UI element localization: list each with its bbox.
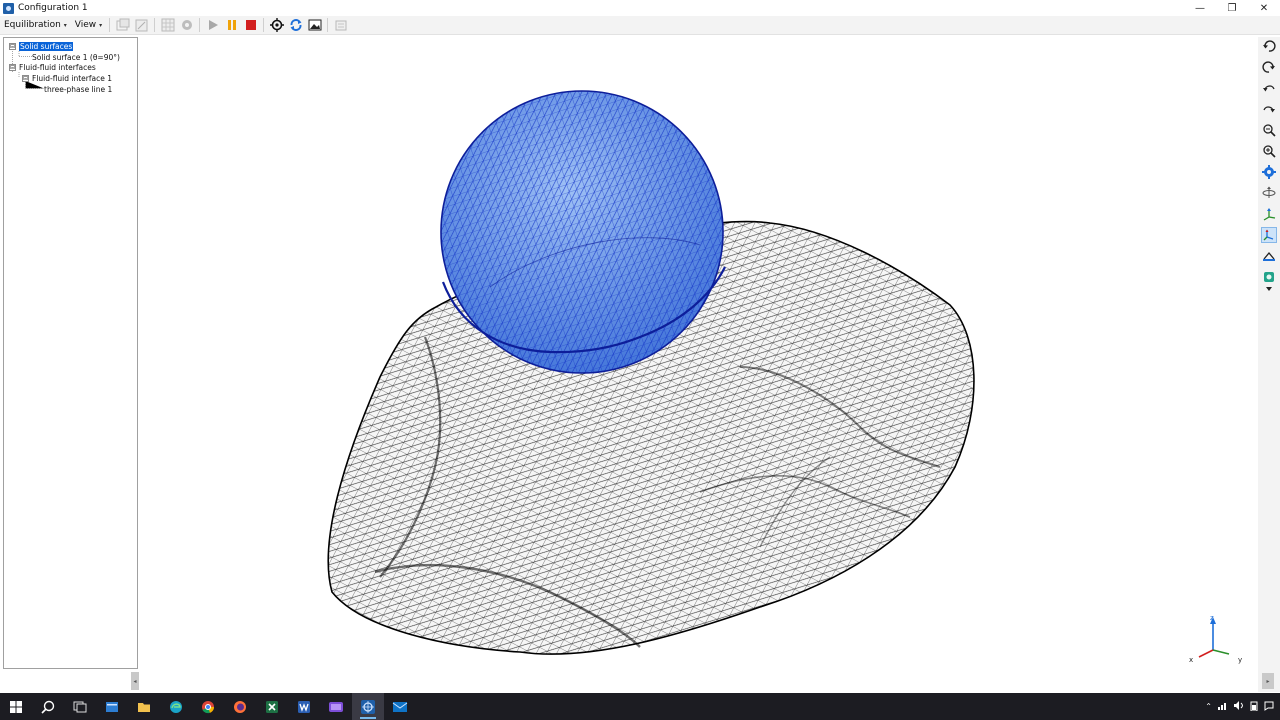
- menu-equilibration[interactable]: Equilibration ▾: [0, 20, 71, 30]
- axis-x-label: x: [1189, 656, 1194, 664]
- surface-edit-icon[interactable]: [134, 17, 150, 33]
- 3d-viewport[interactable]: [140, 37, 1256, 692]
- redo-icon[interactable]: [1261, 101, 1277, 117]
- view-toolbar: ▸: [1258, 37, 1280, 692]
- explorer-icon[interactable]: [96, 693, 128, 720]
- mail-icon[interactable]: [384, 693, 416, 720]
- collapse-icon[interactable]: ⊟: [9, 42, 16, 50]
- network-icon[interactable]: [1218, 701, 1228, 712]
- file-manager-icon[interactable]: [128, 693, 160, 720]
- tree-item-solid-surface-1[interactable]: Solid surface 1 (θ=90°): [32, 52, 120, 62]
- tree-item-three-phase-line-1[interactable]: three-phase line 1: [44, 84, 112, 94]
- zoom-in-icon[interactable]: [1261, 143, 1277, 159]
- toolbar-divider: [263, 18, 265, 32]
- os-taskbar: ⌃: [0, 693, 1280, 720]
- menu-equilibration-label: Equilibration: [4, 20, 61, 30]
- chrome-icon[interactable]: [192, 693, 224, 720]
- toolbar-divider: [109, 18, 111, 32]
- toolbar-divider: [154, 18, 156, 32]
- menu-view[interactable]: View ▾: [71, 20, 106, 30]
- pause-icon[interactable]: [224, 17, 240, 33]
- task-view-icon[interactable]: [64, 693, 96, 720]
- windows-start-icon[interactable]: [0, 693, 32, 720]
- title-bar: Configuration 1 — ❐ ✕: [0, 0, 1280, 16]
- target-icon[interactable]: [269, 17, 285, 33]
- tree-item-fluid-fluid-interface-1[interactable]: ⊟ Fluid-fluid interface 1: [22, 73, 112, 83]
- collapse-icon[interactable]: ⊟: [22, 74, 29, 82]
- close-button[interactable]: ✕: [1248, 0, 1280, 16]
- chevron-up-icon[interactable]: ⌃: [1205, 702, 1212, 711]
- tree-item-label: Fluid-fluid interface 1: [32, 73, 113, 83]
- chevron-down-icon: ▾: [63, 21, 67, 29]
- tree-item-solid-surfaces[interactable]: ⊟ Solid surfaces: [9, 41, 74, 51]
- firefox-icon[interactable]: [224, 693, 256, 720]
- main-toolbar: Equilibration ▾ View ▾: [0, 16, 1280, 35]
- image-icon[interactable]: [307, 17, 323, 33]
- word-icon[interactable]: [288, 693, 320, 720]
- toolbar-divider: [327, 18, 329, 32]
- undo-icon[interactable]: [1261, 80, 1277, 96]
- collapse-icon[interactable]: ⊟: [9, 63, 16, 71]
- play-icon[interactable]: [205, 17, 221, 33]
- rotate-ccw-icon[interactable]: [1261, 38, 1277, 54]
- grid-icon[interactable]: [160, 17, 176, 33]
- gear-icon[interactable]: [1261, 164, 1277, 180]
- mesh-render: [327, 90, 975, 655]
- panel-expand-button[interactable]: ▸: [1262, 673, 1274, 689]
- axis-y-label: y: [1238, 656, 1243, 664]
- menu-view-label: View: [74, 20, 97, 30]
- window-title: Configuration 1: [18, 3, 88, 13]
- tree-item-label: Solid surfaces: [19, 41, 74, 51]
- battery-icon[interactable]: [1250, 701, 1258, 713]
- settings-icon[interactable]: [179, 17, 195, 33]
- media-icon[interactable]: [320, 693, 352, 720]
- chevron-down-icon[interactable]: [1261, 285, 1277, 293]
- tree-item-label: Solid surface 1 (θ=90°): [32, 52, 120, 62]
- edge-icon[interactable]: [160, 693, 192, 720]
- minimize-button[interactable]: —: [1184, 0, 1216, 16]
- restore-button[interactable]: ❐: [1216, 0, 1248, 16]
- panel-collapse-button[interactable]: ◂: [131, 672, 139, 690]
- zoom-out-icon[interactable]: [1261, 122, 1277, 138]
- axis-z-label: z: [1210, 614, 1214, 622]
- notification-icon[interactable]: [1264, 701, 1274, 713]
- app-window: Configuration 1 — ❐ ✕ Equilibration ▾ Vi…: [0, 0, 1280, 693]
- camera-icon[interactable]: [1261, 248, 1277, 264]
- surface-icon[interactable]: [1261, 269, 1277, 285]
- axis-rotate-icon[interactable]: [1261, 185, 1277, 201]
- chevron-down-icon: ▾: [99, 21, 103, 29]
- axis-y-icon[interactable]: [1261, 227, 1277, 243]
- surface-add-icon[interactable]: [115, 17, 131, 33]
- rotate-cw-icon[interactable]: [1261, 59, 1277, 75]
- tree-item-label: Fluid-fluid interfaces: [19, 62, 96, 72]
- system-tray: ⌃: [1205, 693, 1274, 720]
- excel-icon[interactable]: [256, 693, 288, 720]
- configuration-tree: ⊟ Solid surfaces Solid surface 1 (θ=90°)…: [3, 37, 138, 669]
- axis-z-icon[interactable]: [1261, 206, 1277, 222]
- toolbar-divider: [199, 18, 201, 32]
- tree-item-label: three-phase line 1: [44, 84, 113, 94]
- stop-icon[interactable]: [243, 17, 259, 33]
- config-app-icon[interactable]: [352, 693, 384, 720]
- export-icon[interactable]: [333, 17, 349, 33]
- app-icon: [3, 2, 14, 14]
- tree-item-fluid-fluid-interfaces[interactable]: ⊟ Fluid-fluid interfaces: [9, 62, 96, 72]
- volume-icon[interactable]: [1234, 701, 1244, 712]
- window-controls: — ❐ ✕: [1184, 0, 1280, 16]
- refresh-icon[interactable]: [288, 17, 304, 33]
- axis-triad: z x y: [1183, 614, 1253, 670]
- search-icon[interactable]: [32, 693, 64, 720]
